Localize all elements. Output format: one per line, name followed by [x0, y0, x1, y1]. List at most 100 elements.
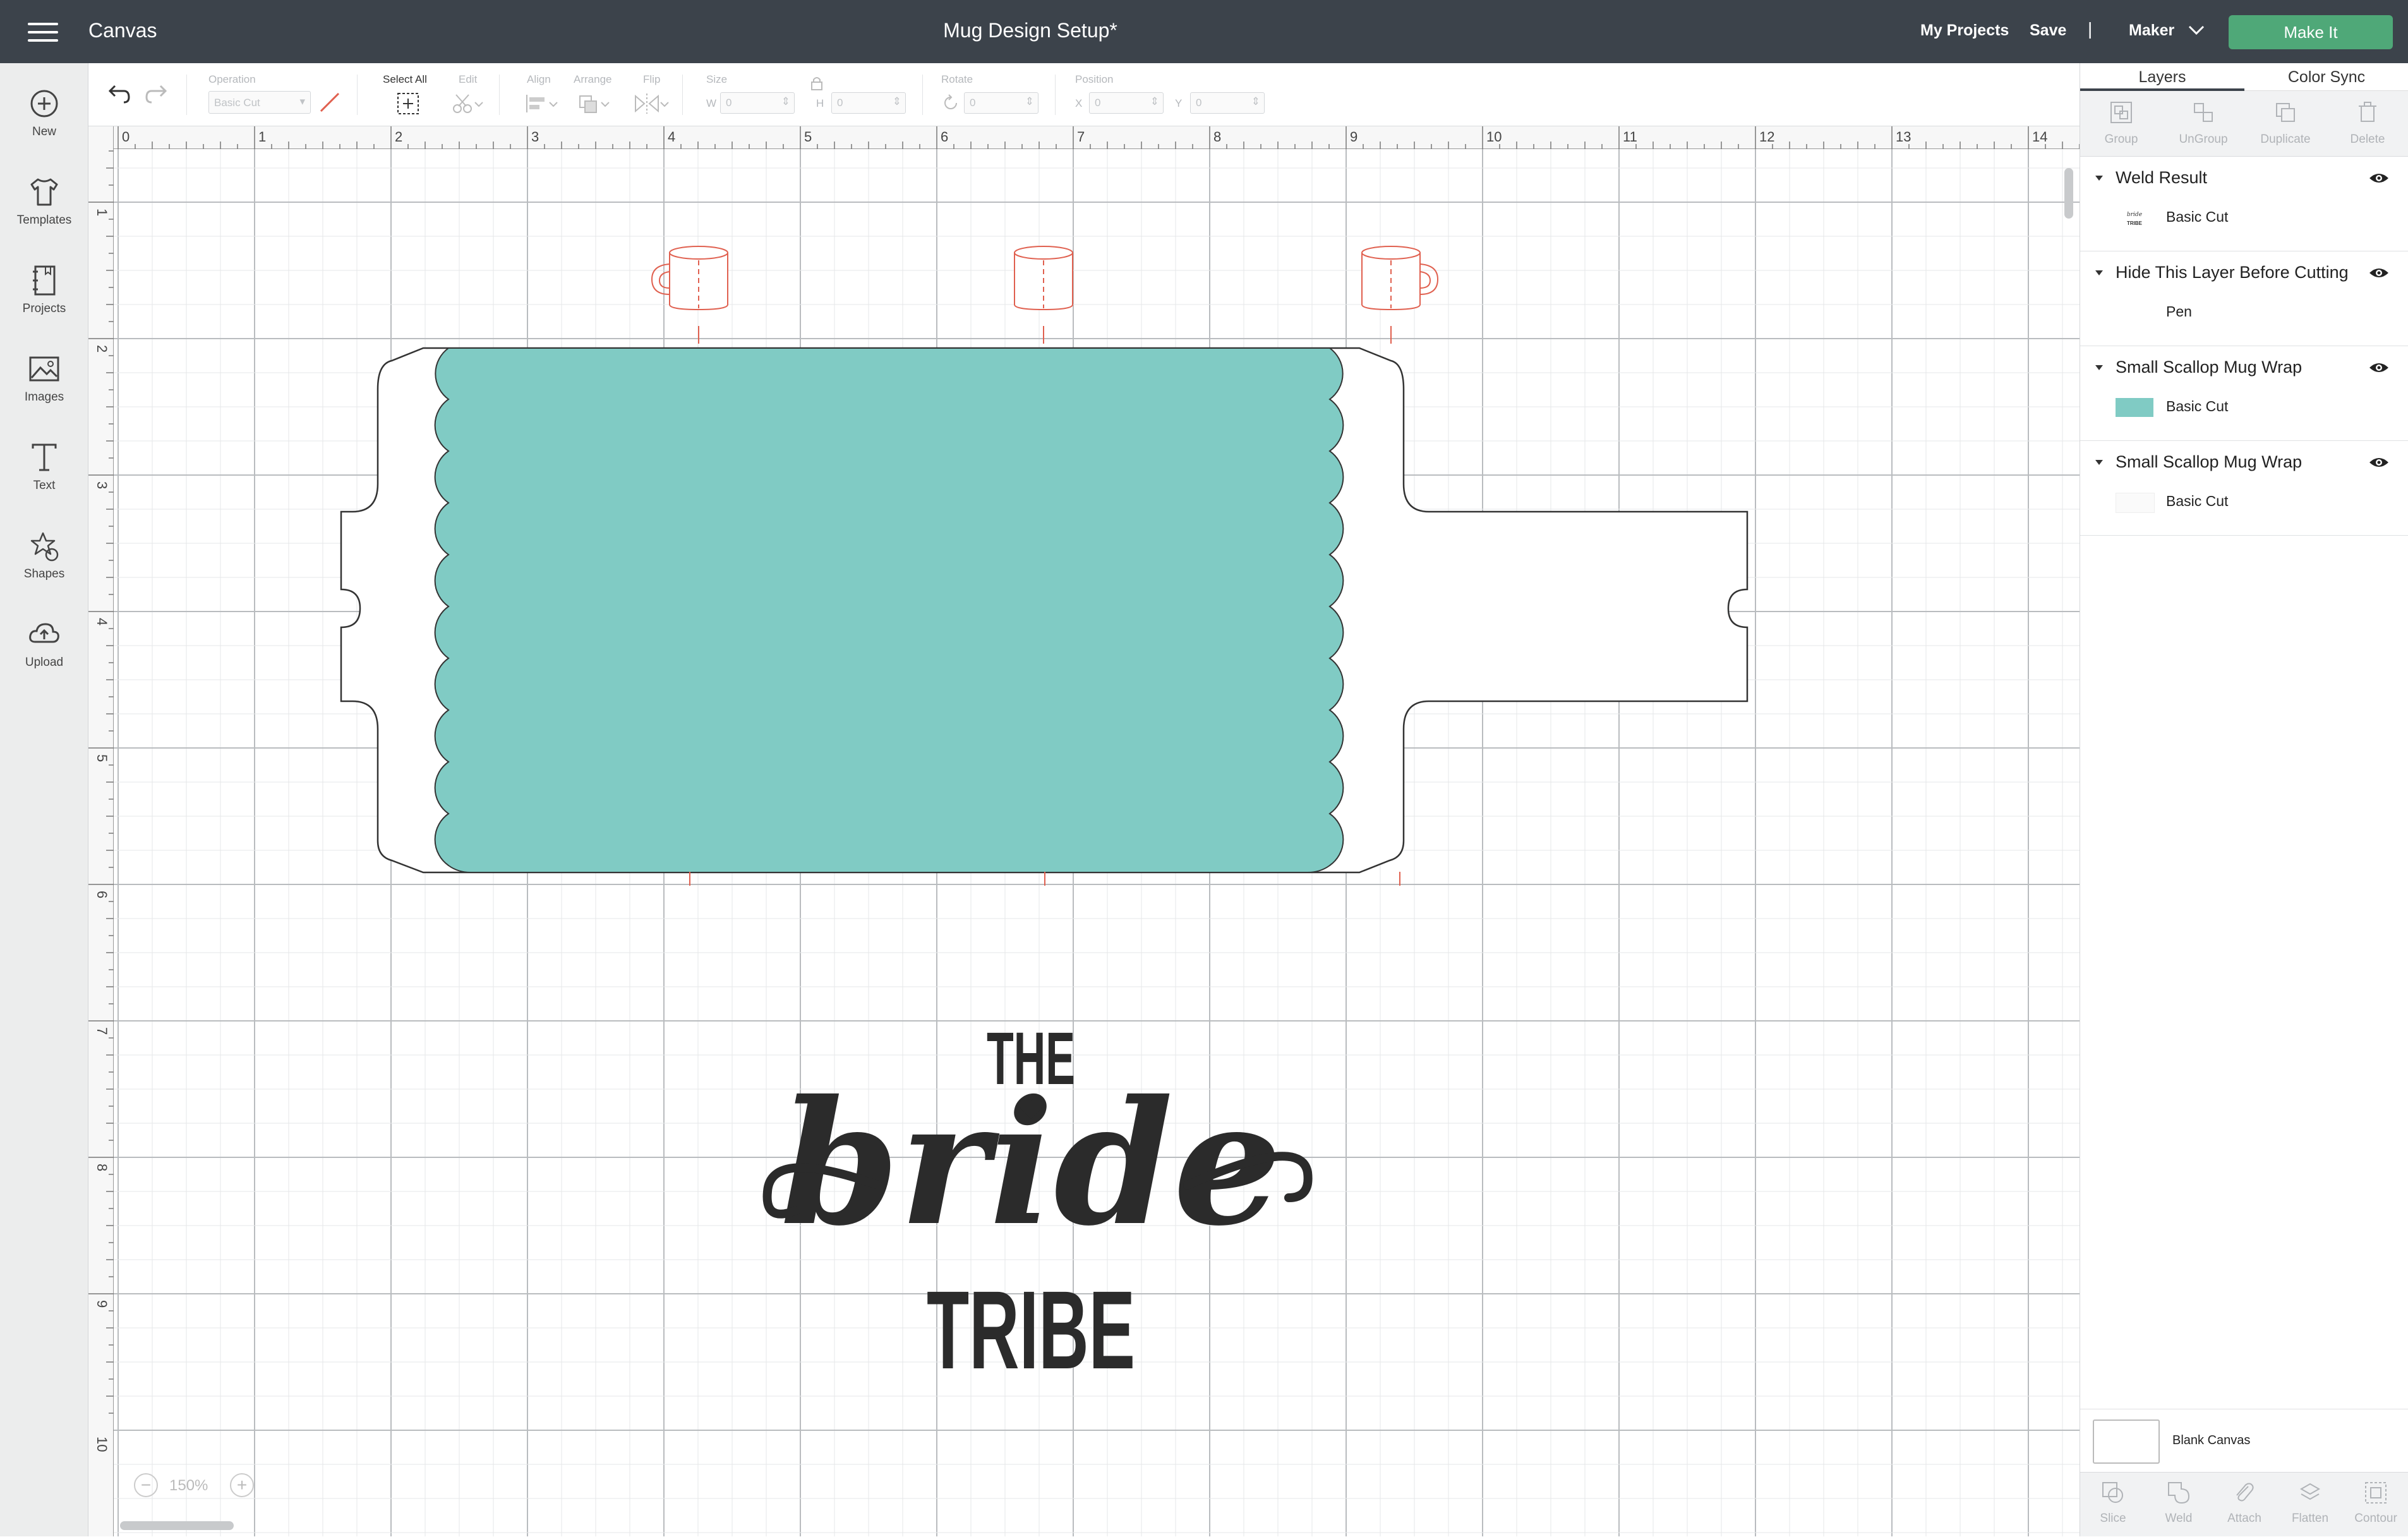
- chevron-down-icon[interactable]: [2186, 21, 2207, 38]
- blank-canvas-row[interactable]: Blank Canvas: [2080, 1409, 2408, 1472]
- slice-icon: [2102, 1482, 2123, 1503]
- scallop-mug-wrap-shape[interactable]: [434, 347, 1344, 873]
- my-projects-link[interactable]: My Projects: [1920, 21, 2009, 40]
- svg-text:TRIBE: TRIBE: [2127, 220, 2143, 226]
- layer-group-weld-result[interactable]: Weld Result bride TRIBE Basic Cut: [2080, 157, 2408, 251]
- lock-icon[interactable]: [810, 76, 824, 91]
- vertical-scrollbar[interactable]: [2064, 168, 2073, 219]
- layer-operation: Pen: [2166, 303, 2192, 320]
- bottom-tools-bar: Slice Weld Attach Flatten Contour: [2080, 1472, 2408, 1536]
- w-label: W: [706, 97, 717, 109]
- eye-icon[interactable]: [2368, 265, 2390, 280]
- weld-icon: [2168, 1482, 2190, 1504]
- redo-icon[interactable]: [144, 82, 171, 105]
- sidebar-item-upload[interactable]: Upload: [0, 617, 88, 699]
- text-t-icon: [32, 443, 57, 471]
- ruler-label: 14: [2032, 129, 2047, 145]
- caret-down-icon[interactable]: [2094, 459, 2104, 466]
- ruler-label: 0: [122, 129, 129, 145]
- layers-panel: Layers Color Sync Group UnGroup Duplicat…: [2080, 63, 2408, 1536]
- design-canvas[interactable]: THE bride TRIBE − 150% +: [114, 149, 2080, 1536]
- group-icon: [2110, 102, 2132, 123]
- weld-button[interactable]: Weld: [2146, 1473, 2212, 1537]
- layer-name: Small Scallop Mug Wrap: [2116, 452, 2303, 471]
- horizontal-ruler: 0 1 2 3 4 5 6 7 8 9 10 11 12 13 14: [114, 126, 2080, 149]
- sidebar-item-label: Images: [24, 390, 64, 404]
- design-text-bride: bride: [780, 1063, 1282, 1263]
- layer-group-small-scallop-mug-wrap[interactable]: Small Scallop Mug Wrap Basic Cut: [2080, 346, 2408, 441]
- bride-tribe-design[interactable]: THE bride TRIBE: [762, 1017, 1313, 1392]
- ruler-label: 2: [94, 345, 110, 353]
- arrange-icon[interactable]: [577, 91, 613, 116]
- tool-label: Weld: [2165, 1512, 2193, 1525]
- contour-button[interactable]: Contour: [2343, 1473, 2408, 1537]
- tool-label: Group: [2104, 133, 2138, 146]
- save-button[interactable]: Save: [2030, 21, 2066, 40]
- shapes-icon: [30, 532, 59, 562]
- sidebar-item-label: Text: [33, 479, 56, 492]
- duplicate-button[interactable]: Duplicate: [2244, 91, 2327, 157]
- ruler-label: 6: [94, 891, 110, 898]
- sidebar-item-text[interactable]: Text: [0, 440, 88, 522]
- sidebar-item-shapes[interactable]: Shapes: [0, 528, 88, 610]
- tab-color-sync[interactable]: Color Sync: [2244, 63, 2408, 91]
- caret-down-icon[interactable]: [2094, 174, 2104, 182]
- sidebar-item-images[interactable]: Images: [0, 351, 88, 433]
- eye-icon[interactable]: [2368, 455, 2390, 470]
- horizontal-scrollbar[interactable]: [120, 1521, 234, 1530]
- layer-group-small-scallop-mug-wrap-2[interactable]: Small Scallop Mug Wrap Basic Cut: [2080, 441, 2408, 536]
- pen-color-swatch-icon[interactable]: [318, 91, 341, 114]
- layer-name: Hide This Layer Before Cutting: [2116, 263, 2349, 282]
- caret-down-icon[interactable]: [2094, 364, 2104, 371]
- width-input[interactable]: 0 ⇕: [720, 92, 795, 114]
- eye-icon[interactable]: [2368, 360, 2390, 375]
- delete-button[interactable]: Delete: [2327, 91, 2408, 157]
- tab-layers[interactable]: Layers: [2080, 63, 2244, 91]
- make-it-button[interactable]: Make It: [2229, 15, 2393, 49]
- y-label: Y: [1175, 97, 1183, 109]
- blank-canvas-swatch[interactable]: [2093, 1419, 2160, 1464]
- zoom-in-button[interactable]: +: [230, 1473, 254, 1497]
- x-position-input[interactable]: 0 ⇕: [1089, 92, 1164, 114]
- vertical-ruler: 1 2 3 4 5 6 7 8 9 10: [88, 126, 114, 1536]
- sidebar-item-new[interactable]: New: [0, 86, 88, 168]
- white-swatch-thumbnail[interactable]: [2116, 493, 2155, 513]
- layer-group-hide-this-layer[interactable]: Hide This Layer Before Cutting Pen: [2080, 251, 2408, 346]
- select-all-icon[interactable]: [395, 91, 421, 116]
- sidebar-item-templates[interactable]: Templates: [0, 174, 88, 256]
- ruler-label: 11: [1623, 129, 1637, 145]
- ruler-label: 10: [94, 1437, 110, 1452]
- sidebar-item-label: Templates: [16, 214, 72, 227]
- ruler-label: 1: [258, 129, 266, 145]
- align-icon[interactable]: [524, 91, 560, 116]
- caret-down-icon[interactable]: [2094, 269, 2104, 277]
- flip-icon[interactable]: [633, 91, 671, 116]
- ruler-label: 13: [1896, 129, 1911, 145]
- ungroup-button[interactable]: UnGroup: [2162, 91, 2244, 157]
- sidebar-item-projects[interactable]: Projects: [0, 263, 88, 345]
- undo-icon[interactable]: [105, 82, 131, 105]
- ruler-label: 8: [94, 1164, 110, 1171]
- eye-icon[interactable]: [2368, 171, 2390, 186]
- operation-select[interactable]: Basic Cut ▾: [208, 91, 311, 114]
- attach-button[interactable]: Attach: [2212, 1473, 2277, 1537]
- ruler-label: 4: [668, 129, 675, 145]
- cloud-upload-icon: [29, 623, 59, 643]
- toolbar-divider: [922, 75, 923, 115]
- zoom-out-button[interactable]: −: [134, 1473, 158, 1497]
- paperclip-icon: [2236, 1483, 2254, 1502]
- plus-circle-icon: [30, 90, 58, 118]
- y-position-input[interactable]: 0 ⇕: [1190, 92, 1265, 114]
- rotate-input[interactable]: 0 ⇕: [964, 92, 1038, 114]
- teal-swatch-thumbnail[interactable]: [2116, 398, 2153, 417]
- slice-button[interactable]: Slice: [2080, 1473, 2146, 1537]
- machine-selector[interactable]: Maker: [2129, 21, 2174, 40]
- flatten-button[interactable]: Flatten: [2277, 1473, 2343, 1537]
- ruler-label: 4: [94, 618, 110, 625]
- height-input[interactable]: 0 ⇕: [831, 92, 906, 114]
- trash-icon: [2359, 102, 2376, 122]
- ruler-label: 3: [94, 481, 110, 489]
- size-label: Size: [706, 73, 728, 85]
- edit-scissors-icon[interactable]: [451, 91, 485, 116]
- group-button[interactable]: Group: [2080, 91, 2162, 157]
